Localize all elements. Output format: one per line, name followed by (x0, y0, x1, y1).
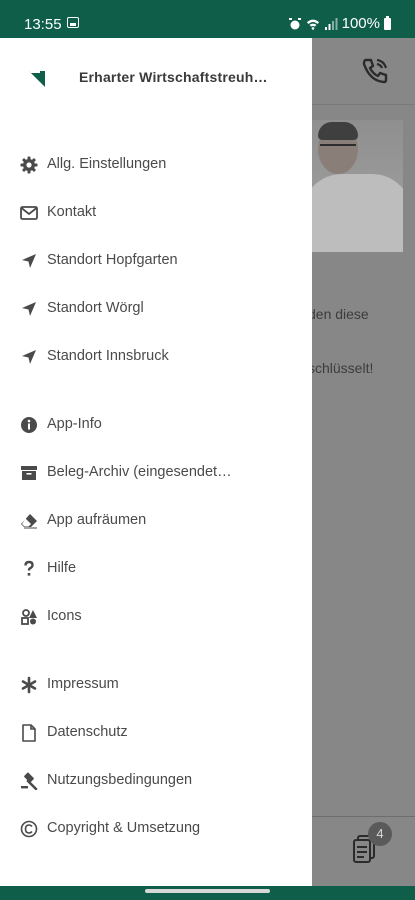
menu-item-copyright[interactable]: Copyright & Umsetzung (0, 809, 312, 849)
phone-call-icon (362, 58, 388, 84)
menu-item-icons[interactable]: Icons (0, 597, 312, 637)
drawer-header: Erharter Wirtschaftstreuh… (0, 38, 312, 118)
home-gesture-handle[interactable] (145, 889, 270, 893)
menu-label: App-Info (47, 416, 102, 432)
signal-icon (324, 17, 338, 30)
menu-label: Standort Hopfgarten (47, 252, 178, 268)
location-arrow-icon (22, 254, 36, 268)
question-icon (24, 560, 34, 576)
location-arrow-icon (22, 302, 36, 316)
status-time: 13:55 (24, 16, 62, 33)
menu-item-contact[interactable]: Kontakt (0, 193, 312, 233)
menu-label: Nutzungsbedingungen (47, 772, 193, 788)
archive-icon (21, 466, 37, 480)
documents-count-badge: 4 (368, 822, 392, 846)
divider (312, 816, 415, 817)
background-text-1: den diese (308, 306, 369, 322)
file-icon (22, 724, 36, 742)
menu-label: Impressum (47, 676, 119, 692)
menu-label: Beleg-Archiv (eingesendet… (47, 464, 232, 480)
menu-label: Allg. Einstellungen (47, 156, 167, 172)
navigation-drawer: Erharter Wirtschaftstreuh… Allg. Einstel… (0, 38, 312, 886)
icons-icon (21, 609, 37, 625)
menu-item-location-woergl[interactable]: Standort Wörgl (0, 289, 312, 329)
menu-label: App aufräumen (47, 512, 147, 528)
company-logo-icon (29, 71, 45, 87)
menu-label: Kontakt (47, 204, 97, 220)
info-icon (21, 417, 37, 433)
alarm-icon (288, 17, 301, 29)
menu-item-imprint[interactable]: Impressum (0, 665, 312, 705)
menu-label: Copyright & Umsetzung (47, 820, 201, 836)
menu-item-privacy[interactable]: Datenschutz (0, 713, 312, 753)
team-photo (312, 120, 403, 252)
status-indicators: 100% (288, 15, 391, 32)
menu-item-location-hopfgarten[interactable]: Standort Hopfgarten (0, 241, 312, 281)
drawer-title: Erharter Wirtschaftstreuh… (79, 69, 268, 85)
menu-label: Standort Innsbruck (47, 348, 169, 364)
menu-item-app-info[interactable]: App-Info (0, 405, 312, 445)
menu-item-help[interactable]: Hilfe (0, 549, 312, 589)
copyright-icon (20, 820, 38, 838)
menu-label: Icons (47, 608, 82, 624)
gavel-icon (21, 772, 38, 790)
image-notification-icon (67, 17, 79, 28)
navigation-bar (0, 886, 415, 900)
menu-item-location-innsbruck[interactable]: Standort Innsbruck (0, 337, 312, 377)
menu-label: Datenschutz (47, 724, 128, 740)
eraser-icon (21, 514, 37, 529)
status-bar: 13:55 100% (0, 0, 415, 38)
battery-icon (384, 15, 391, 30)
location-arrow-icon (22, 350, 36, 364)
menu-item-app-cleanup[interactable]: App aufräumen (0, 501, 312, 541)
mail-icon (20, 206, 38, 220)
menu-item-terms[interactable]: Nutzungsbedingungen (0, 761, 312, 801)
menu-label: Hilfe (47, 560, 77, 576)
background-text-2: schlüsselt! (308, 360, 374, 376)
asterisk-icon (21, 676, 37, 694)
battery-percent: 100% (341, 15, 380, 32)
menu-item-receipt-archive[interactable]: Beleg-Archiv (eingesendet… (0, 453, 312, 493)
gear-icon (20, 156, 38, 174)
menu-item-settings[interactable]: Allg. Einstellungen (0, 145, 312, 185)
menu-label: Standort Wörgl (47, 300, 144, 316)
wifi-icon (306, 19, 319, 30)
